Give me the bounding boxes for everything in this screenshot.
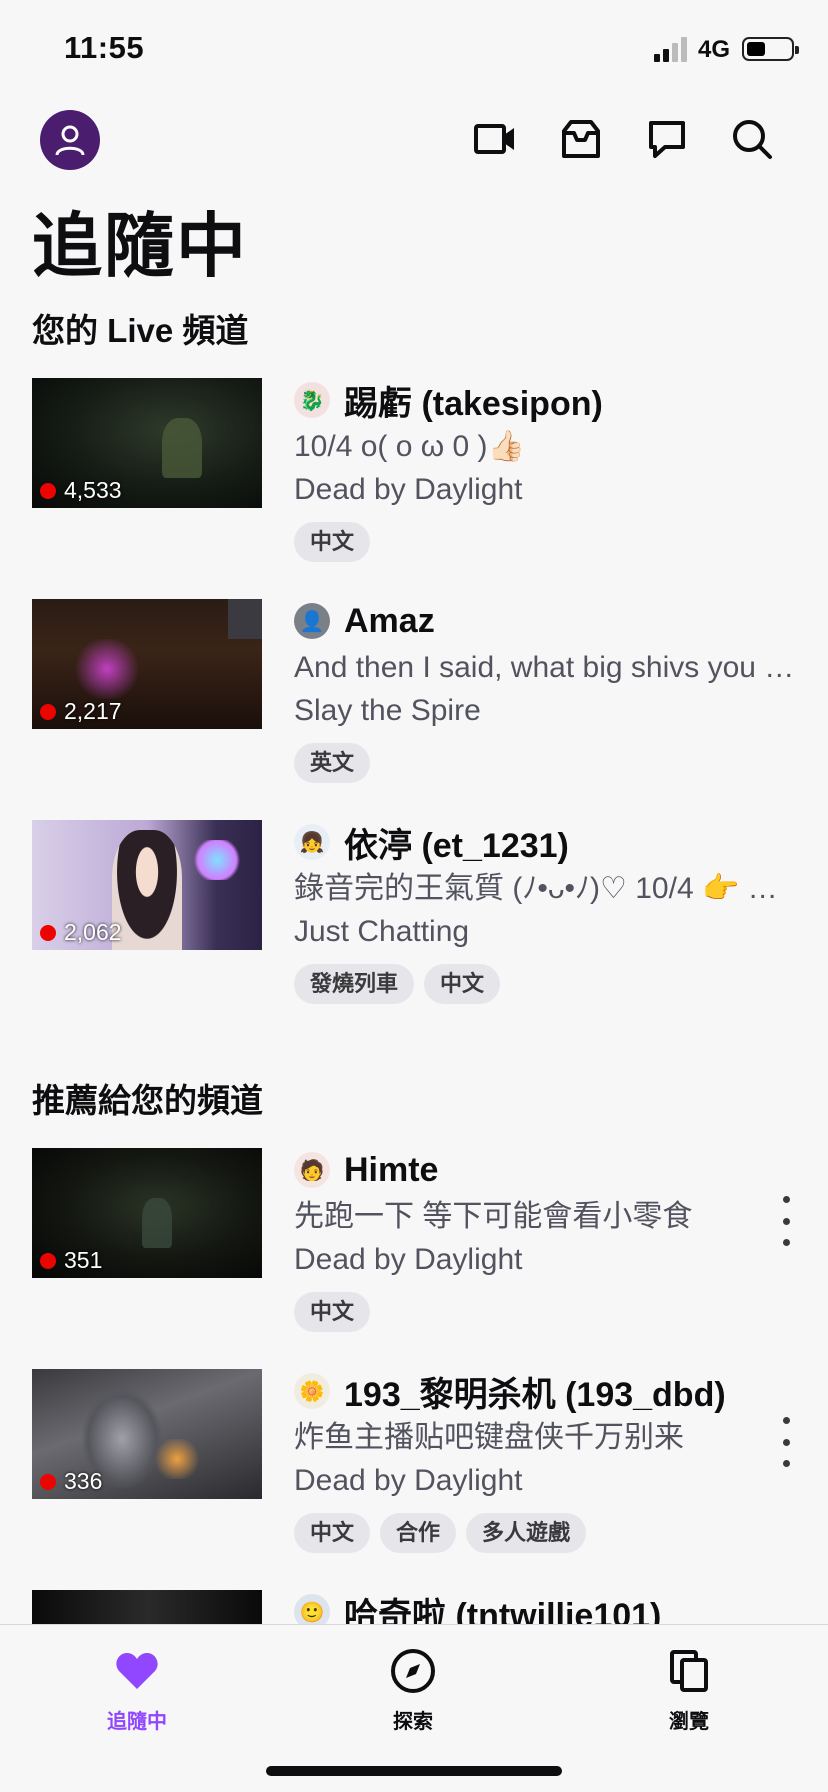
video-camera-icon [474,124,514,154]
tag[interactable]: 中文 [424,964,501,1004]
tag[interactable]: 中文 [294,522,371,562]
stream-thumbnail[interactable]: 2,217 [32,599,262,729]
status-bar: 11:55 4G [0,0,828,100]
anime-avatar-icon: 👧 [299,831,325,854]
tab-browse-label: 瀏覽 [669,1711,709,1733]
stream-thumbnail[interactable]: 351 [32,1148,262,1278]
stream-thumbnail[interactable]: 4,533 [32,378,262,508]
stream-title: And then I said, what big shivs you have… [294,651,804,684]
tab-discover[interactable]: 探索 [343,1643,483,1734]
channel-avatar[interactable]: 👧 [294,824,330,860]
game-name[interactable]: Just Chatting [294,910,804,954]
battery-icon [742,37,799,61]
top-bar [0,108,828,174]
stream-title: 先跑一下 等下可能會看小零食 [294,1200,693,1233]
channel-avatar[interactable]: 🌼 [294,1373,330,1409]
channel-avatar[interactable]: 🧑 [294,1152,330,1188]
person-avatar-icon: 🙂 [299,1601,325,1624]
viewer-count: 2,217 [40,698,122,725]
channel-name[interactable]: Amaz [344,602,435,641]
live-dot-icon [40,924,56,941]
browse-icon [670,1650,708,1692]
channel-name[interactable]: 依渟 (et_1231) [344,818,569,867]
live-dot-icon [40,1473,56,1490]
inbox-icon [562,120,600,158]
stream-thumbnail[interactable]: 336 [32,1369,262,1499]
more-options-button[interactable] [776,1196,796,1246]
game-name[interactable]: Dead by Daylight [294,1238,804,1282]
stream-thumbnail[interactable]: 2,062 [32,820,262,950]
section-title-live: 您的 Live 頻道 [32,312,249,349]
game-name[interactable]: Dead by Daylight [294,1459,804,1503]
stream-card[interactable]: 2,217 👤 Amaz And then I said, what big s… [0,599,828,799]
flower-avatar-icon: 🌼 [299,1380,325,1403]
tag[interactable]: 中文 [294,1292,371,1332]
whispers-button[interactable] [642,114,692,164]
more-options-button[interactable] [776,1417,796,1467]
channel-name[interactable]: 踢虧 (takesipon) [344,376,603,425]
tag[interactable]: 中文 [294,1513,371,1553]
stream-card[interactable]: 351 🧑 Himte 先跑一下 等下可能會看小零食 Dead by Dayli… [0,1148,828,1348]
stream-card[interactable]: 2,062 👧 依渟 (et_1231) 錄音完的王氣質 (ﾉ•ᴗ•ﾉ)♡ 10… [0,820,828,1020]
tag[interactable]: 英文 [294,743,371,783]
stream-title: 炸鱼主播贴吧键盘侠千万别来 [294,1421,684,1454]
live-dot-icon [40,1252,56,1269]
tag[interactable]: 發燒列車 [294,964,415,1004]
channel-avatar[interactable]: 👤 [294,603,330,639]
tag[interactable]: 合作 [380,1513,457,1553]
chat-bubble-icon [649,121,685,158]
channel-name[interactable]: Himte [344,1151,438,1190]
network-label: 4G [698,36,731,63]
game-name[interactable]: Slay the Spire [294,689,804,733]
live-dot-icon [40,703,56,720]
tab-discover-label: 探索 [393,1711,433,1733]
live-dot-icon [40,482,56,499]
channel-avatar[interactable]: 🐉 [294,382,330,418]
person-avatar-icon: 👤 [299,610,325,633]
game-name[interactable]: Dead by Daylight [294,468,804,512]
tab-browse[interactable]: 瀏覽 [619,1643,759,1734]
channel-name[interactable]: 193_黎明杀机 (193_dbd) [344,1367,726,1416]
search-icon [733,120,772,159]
inbox-button[interactable] [556,114,606,164]
stream-card[interactable]: 336 🌼 193_黎明杀机 (193_dbd) 炸鱼主播贴吧键盘侠千万别来 D… [0,1369,828,1569]
pixel-character-avatar-icon: 🧑 [299,1159,325,1182]
character-avatar-icon: 🐉 [299,389,325,412]
go-live-button[interactable] [470,114,520,164]
status-time: 11:55 [64,30,145,65]
stream-title: 錄音完的王氣質 (ﾉ•ᴗ•ﾉ)♡ 10/4 👉 聊天 [294,872,804,905]
viewer-count: 4,533 [40,477,122,504]
home-indicator [266,1766,562,1776]
tag[interactable]: 多人遊戲 [466,1513,587,1553]
viewer-count: 2,062 [40,919,122,946]
stream-title: 10/4 o( ο ω 0 )👍🏻 [294,430,525,463]
page-title: 追隨中 [32,207,248,285]
tab-following-label: 追隨中 [107,1711,167,1733]
viewer-count: 351 [40,1247,102,1274]
heart-icon [116,1653,158,1689]
user-avatar-button[interactable] [40,110,100,170]
stream-card[interactable]: 4,533 🐉 踢虧 (takesipon) 10/4 o( ο ω 0 )👍🏻… [0,378,828,578]
compass-icon [391,1649,435,1693]
signal-icon [654,37,687,62]
viewer-count: 336 [40,1468,102,1495]
section-title-recommended: 推薦給您的頻道 [32,1082,263,1119]
search-button[interactable] [727,114,777,164]
user-icon [55,125,85,156]
tab-following[interactable]: 追隨中 [67,1643,207,1734]
